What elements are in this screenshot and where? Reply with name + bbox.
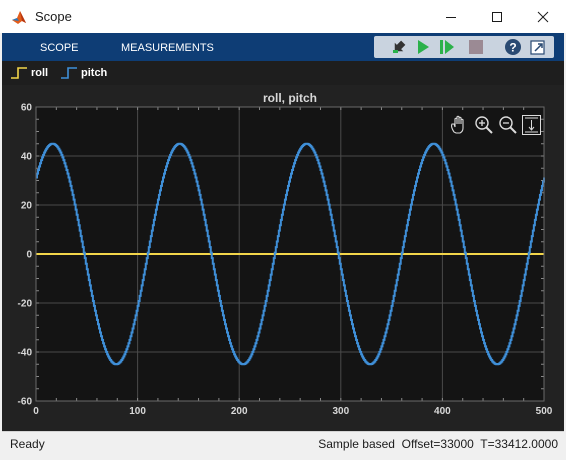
toolstrip: SCOPE MEASUREMENTS ?: [2, 33, 564, 61]
minimize-button[interactable]: [428, 0, 474, 33]
x-tick-label: 100: [129, 406, 146, 417]
svg-text:?: ?: [509, 41, 516, 55]
maximize-button[interactable]: [474, 0, 520, 33]
legend-label-pitch[interactable]: pitch: [81, 67, 107, 79]
x-tick-labels: 0 100 200 300 400 500: [33, 406, 553, 417]
help-icon[interactable]: ?: [504, 38, 522, 56]
status-text: Ready: [10, 437, 45, 451]
x-tick-label: 0: [33, 406, 39, 417]
status-info: Sample based Offset=33000 T=33412.0000: [318, 437, 558, 451]
minimize-icon: [446, 16, 456, 18]
y-tick-label: 0: [26, 250, 32, 261]
y-tick-label: -20: [18, 299, 33, 310]
legend-swatch-roll[interactable]: [10, 66, 28, 80]
legend-swatch-pitch[interactable]: [60, 66, 78, 80]
maximize-icon: [492, 11, 502, 22]
close-button[interactable]: [520, 0, 566, 33]
scope-chart[interactable]: roll, pitch 0 100 200 300 400 500 -60 -40 -20 0 2…: [2, 85, 564, 431]
tab-measurements[interactable]: MEASUREMENTS: [121, 42, 214, 54]
run-icon[interactable]: [414, 38, 432, 56]
legend-label-roll[interactable]: roll: [31, 67, 48, 79]
y-tick-label: 60: [21, 103, 33, 114]
scope-window: Scope SCOPE MEASUREMENTS ? roll pitch ro…: [0, 0, 566, 460]
stop-icon[interactable]: [467, 38, 485, 56]
quick-access-toolbar: ?: [374, 36, 554, 58]
window-title: Scope: [35, 9, 72, 24]
x-tick-label: 300: [332, 406, 349, 417]
close-icon: [537, 11, 549, 22]
x-tick-label: 200: [231, 406, 248, 417]
x-tick-label: 500: [536, 406, 553, 417]
title-bar: Scope: [0, 0, 566, 33]
y-tick-label: -40: [18, 348, 33, 359]
status-bar: Ready Sample based Offset=33000 T=33412.…: [2, 431, 564, 456]
matlab-logo-icon: [12, 11, 26, 24]
y-tick-label: -60: [18, 397, 33, 408]
legend-bar: roll pitch: [2, 61, 564, 85]
y-tick-label: 40: [21, 152, 33, 163]
tab-scope[interactable]: SCOPE: [40, 42, 79, 54]
y-tick-label: 20: [21, 201, 33, 212]
y-tick-labels: -60 -40 -20 0 20 40 60: [18, 103, 33, 408]
step-forward-icon[interactable]: [437, 38, 455, 56]
x-tick-label: 400: [434, 406, 451, 417]
undock-icon[interactable]: [529, 38, 547, 56]
step-back-icon[interactable]: [390, 38, 408, 56]
chart-title: roll, pitch: [263, 91, 317, 105]
plot-area: roll, pitch 0 100 200 300 400 500 -60 -40 -20 0 2…: [2, 85, 564, 431]
